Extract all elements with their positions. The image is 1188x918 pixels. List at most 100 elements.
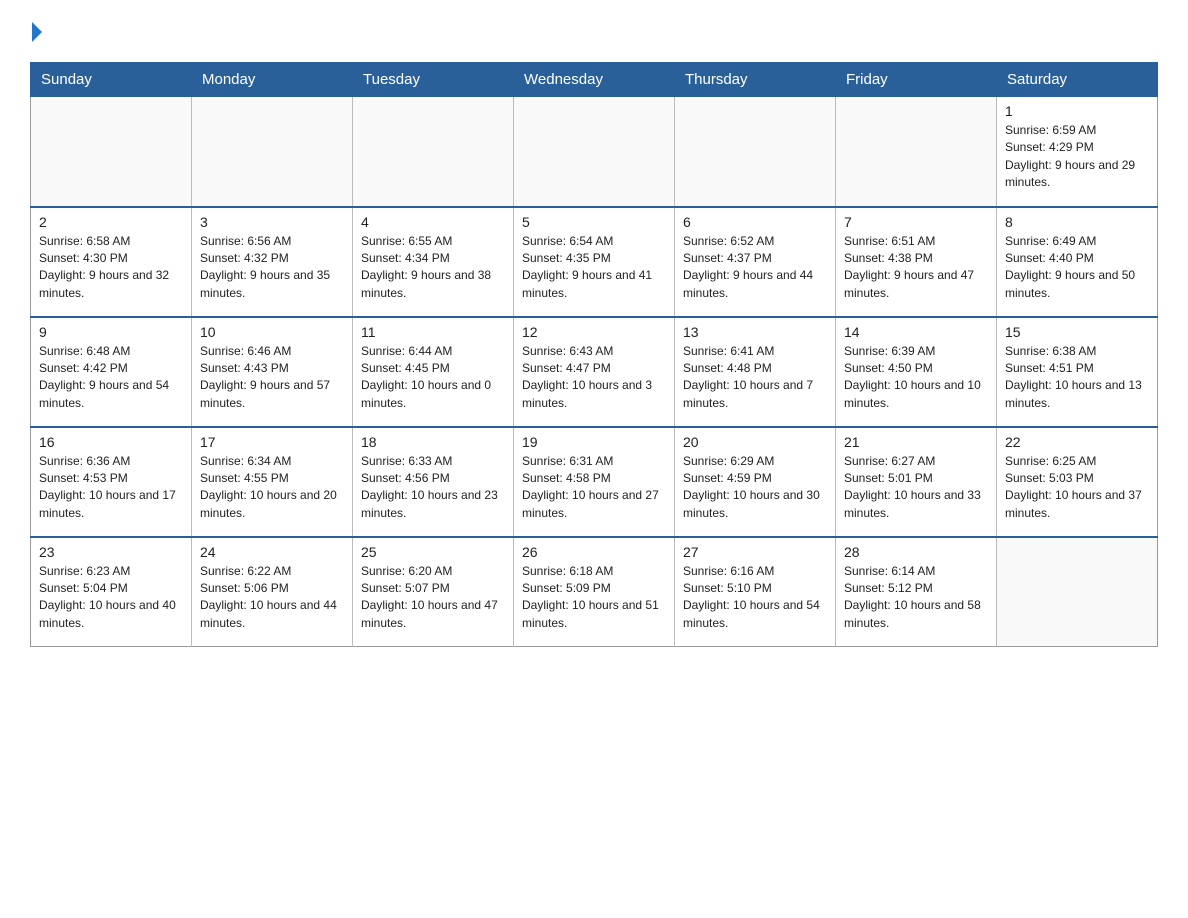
calendar-cell: 4 Sunrise: 6:55 AM Sunset: 4:34 PM Daylig… xyxy=(353,207,514,317)
calendar-cell: 5 Sunrise: 6:54 AM Sunset: 4:35 PM Daylig… xyxy=(514,207,675,317)
day-of-week-header: Monday xyxy=(192,63,353,97)
day-number: 20 xyxy=(683,434,827,450)
day-number: 27 xyxy=(683,544,827,560)
day-of-week-header: Friday xyxy=(836,63,997,97)
day-info: Sunrise: 6:22 AM Sunset: 5:06 PM Dayligh… xyxy=(200,563,344,633)
day-number: 28 xyxy=(844,544,988,560)
day-info: Sunrise: 6:59 AM Sunset: 4:29 PM Dayligh… xyxy=(1005,122,1149,192)
calendar-cell: 3Sunrise: 6:56 AM Sunset: 4:32 PM Daylig… xyxy=(192,207,353,317)
day-number: 3 xyxy=(200,214,344,230)
calendar-week-row: 1 Sunrise: 6:59 AM Sunset: 4:29 PM Daylig… xyxy=(31,97,1158,207)
day-info: Sunrise: 6:55 AM Sunset: 4:34 PM Dayligh… xyxy=(361,233,505,303)
calendar-cell: 21Sunrise: 6:27 AM Sunset: 5:01 PM Dayli… xyxy=(836,427,997,537)
calendar-cell: 11 Sunrise: 6:44 AM Sunset: 4:45 PM Dayli… xyxy=(353,317,514,427)
day-info: Sunrise: 6:44 AM Sunset: 4:45 PM Dayligh… xyxy=(361,343,505,413)
calendar-cell: 9 Sunrise: 6:48 AM Sunset: 4:42 PM Daylig… xyxy=(31,317,192,427)
calendar-cell xyxy=(514,97,675,207)
day-number: 26 xyxy=(522,544,666,560)
day-number: 10 xyxy=(200,324,344,340)
calendar-week-row: 23 Sunrise: 6:23 AM Sunset: 5:04 PM Dayli… xyxy=(31,537,1158,647)
day-number: 14 xyxy=(844,324,988,340)
calendar-cell: 6Sunrise: 6:52 AM Sunset: 4:37 PM Daylig… xyxy=(675,207,836,317)
day-info: Sunrise: 6:54 AM Sunset: 4:35 PM Dayligh… xyxy=(522,233,666,303)
calendar-cell: 8 Sunrise: 6:49 AM Sunset: 4:40 PM Daylig… xyxy=(997,207,1158,317)
day-number: 23 xyxy=(39,544,183,560)
page-header xyxy=(30,20,1158,42)
logo-arrow-icon xyxy=(32,22,42,42)
day-of-week-header: Thursday xyxy=(675,63,836,97)
day-info: Sunrise: 6:51 AM Sunset: 4:38 PM Dayligh… xyxy=(844,233,988,303)
day-number: 8 xyxy=(1005,214,1149,230)
calendar-header-row: SundayMondayTuesdayWednesdayThursdayFrid… xyxy=(31,63,1158,97)
day-number: 24 xyxy=(200,544,344,560)
day-info: Sunrise: 6:20 AM Sunset: 5:07 PM Dayligh… xyxy=(361,563,505,633)
calendar-cell: 12 Sunrise: 6:43 AM Sunset: 4:47 PM Dayli… xyxy=(514,317,675,427)
day-info: Sunrise: 6:41 AM Sunset: 4:48 PM Dayligh… xyxy=(683,343,827,413)
calendar-cell: 25 Sunrise: 6:20 AM Sunset: 5:07 PM Dayli… xyxy=(353,537,514,647)
day-number: 12 xyxy=(522,324,666,340)
day-info: Sunrise: 6:58 AM Sunset: 4:30 PM Dayligh… xyxy=(39,233,183,303)
day-info: Sunrise: 6:14 AM Sunset: 5:12 PM Dayligh… xyxy=(844,563,988,633)
day-info: Sunrise: 6:34 AM Sunset: 4:55 PM Dayligh… xyxy=(200,453,344,523)
day-number: 13 xyxy=(683,324,827,340)
day-info: Sunrise: 6:46 AM Sunset: 4:43 PM Dayligh… xyxy=(200,343,344,413)
calendar-cell xyxy=(836,97,997,207)
calendar-cell: 24 Sunrise: 6:22 AM Sunset: 5:06 PM Dayli… xyxy=(192,537,353,647)
calendar-cell: 1 Sunrise: 6:59 AM Sunset: 4:29 PM Daylig… xyxy=(997,97,1158,207)
calendar-cell: 16Sunrise: 6:36 AM Sunset: 4:53 PM Dayli… xyxy=(31,427,192,537)
day-of-week-header: Tuesday xyxy=(353,63,514,97)
day-number: 15 xyxy=(1005,324,1149,340)
calendar-cell xyxy=(353,97,514,207)
day-number: 16 xyxy=(39,434,183,450)
day-info: Sunrise: 6:23 AM Sunset: 5:04 PM Dayligh… xyxy=(39,563,183,633)
day-number: 22 xyxy=(1005,434,1149,450)
calendar-cell: 7 Sunrise: 6:51 AM Sunset: 4:38 PM Daylig… xyxy=(836,207,997,317)
calendar-week-row: 2 Sunrise: 6:58 AM Sunset: 4:30 PM Daylig… xyxy=(31,207,1158,317)
day-number: 1 xyxy=(1005,103,1149,119)
calendar-cell: 22 Sunrise: 6:25 AM Sunset: 5:03 PM Dayli… xyxy=(997,427,1158,537)
day-number: 19 xyxy=(522,434,666,450)
calendar-cell: 2 Sunrise: 6:58 AM Sunset: 4:30 PM Daylig… xyxy=(31,207,192,317)
calendar-cell xyxy=(31,97,192,207)
calendar-cell xyxy=(675,97,836,207)
day-info: Sunrise: 6:33 AM Sunset: 4:56 PM Dayligh… xyxy=(361,453,505,523)
logo xyxy=(30,20,42,42)
calendar-table: SundayMondayTuesdayWednesdayThursdayFrid… xyxy=(30,62,1158,647)
calendar-cell: 18 Sunrise: 6:33 AM Sunset: 4:56 PM Dayli… xyxy=(353,427,514,537)
day-info: Sunrise: 6:49 AM Sunset: 4:40 PM Dayligh… xyxy=(1005,233,1149,303)
calendar-cell xyxy=(192,97,353,207)
calendar-week-row: 9 Sunrise: 6:48 AM Sunset: 4:42 PM Daylig… xyxy=(31,317,1158,427)
day-number: 25 xyxy=(361,544,505,560)
day-number: 17 xyxy=(200,434,344,450)
day-of-week-header: Saturday xyxy=(997,63,1158,97)
day-info: Sunrise: 6:38 AM Sunset: 4:51 PM Dayligh… xyxy=(1005,343,1149,413)
day-number: 5 xyxy=(522,214,666,230)
calendar-cell: 27 Sunrise: 6:16 AM Sunset: 5:10 PM Dayli… xyxy=(675,537,836,647)
day-info: Sunrise: 6:31 AM Sunset: 4:58 PM Dayligh… xyxy=(522,453,666,523)
day-info: Sunrise: 6:16 AM Sunset: 5:10 PM Dayligh… xyxy=(683,563,827,633)
calendar-cell: 19 Sunrise: 6:31 AM Sunset: 4:58 PM Dayli… xyxy=(514,427,675,537)
calendar-cell xyxy=(997,537,1158,647)
calendar-cell: 13 Sunrise: 6:41 AM Sunset: 4:48 PM Dayli… xyxy=(675,317,836,427)
day-info: Sunrise: 6:48 AM Sunset: 4:42 PM Dayligh… xyxy=(39,343,183,413)
day-info: Sunrise: 6:18 AM Sunset: 5:09 PM Dayligh… xyxy=(522,563,666,633)
calendar-cell: 28 Sunrise: 6:14 AM Sunset: 5:12 PM Dayli… xyxy=(836,537,997,647)
day-number: 7 xyxy=(844,214,988,230)
calendar-cell: 20 Sunrise: 6:29 AM Sunset: 4:59 PM Dayli… xyxy=(675,427,836,537)
calendar-cell: 23 Sunrise: 6:23 AM Sunset: 5:04 PM Dayli… xyxy=(31,537,192,647)
day-of-week-header: Sunday xyxy=(31,63,192,97)
day-number: 11 xyxy=(361,324,505,340)
calendar-cell: 15 Sunrise: 6:38 AM Sunset: 4:51 PM Dayli… xyxy=(997,317,1158,427)
day-of-week-header: Wednesday xyxy=(514,63,675,97)
day-number: 18 xyxy=(361,434,505,450)
day-number: 21 xyxy=(844,434,988,450)
day-info: Sunrise: 6:43 AM Sunset: 4:47 PM Dayligh… xyxy=(522,343,666,413)
day-info: Sunrise: 6:29 AM Sunset: 4:59 PM Dayligh… xyxy=(683,453,827,523)
day-number: 9 xyxy=(39,324,183,340)
day-info: Sunrise: 6:52 AM Sunset: 4:37 PM Dayligh… xyxy=(683,233,827,303)
day-number: 2 xyxy=(39,214,183,230)
calendar-cell: 14 Sunrise: 6:39 AM Sunset: 4:50 PM Dayli… xyxy=(836,317,997,427)
day-info: Sunrise: 6:39 AM Sunset: 4:50 PM Dayligh… xyxy=(844,343,988,413)
day-info: Sunrise: 6:25 AM Sunset: 5:03 PM Dayligh… xyxy=(1005,453,1149,523)
day-number: 4 xyxy=(361,214,505,230)
